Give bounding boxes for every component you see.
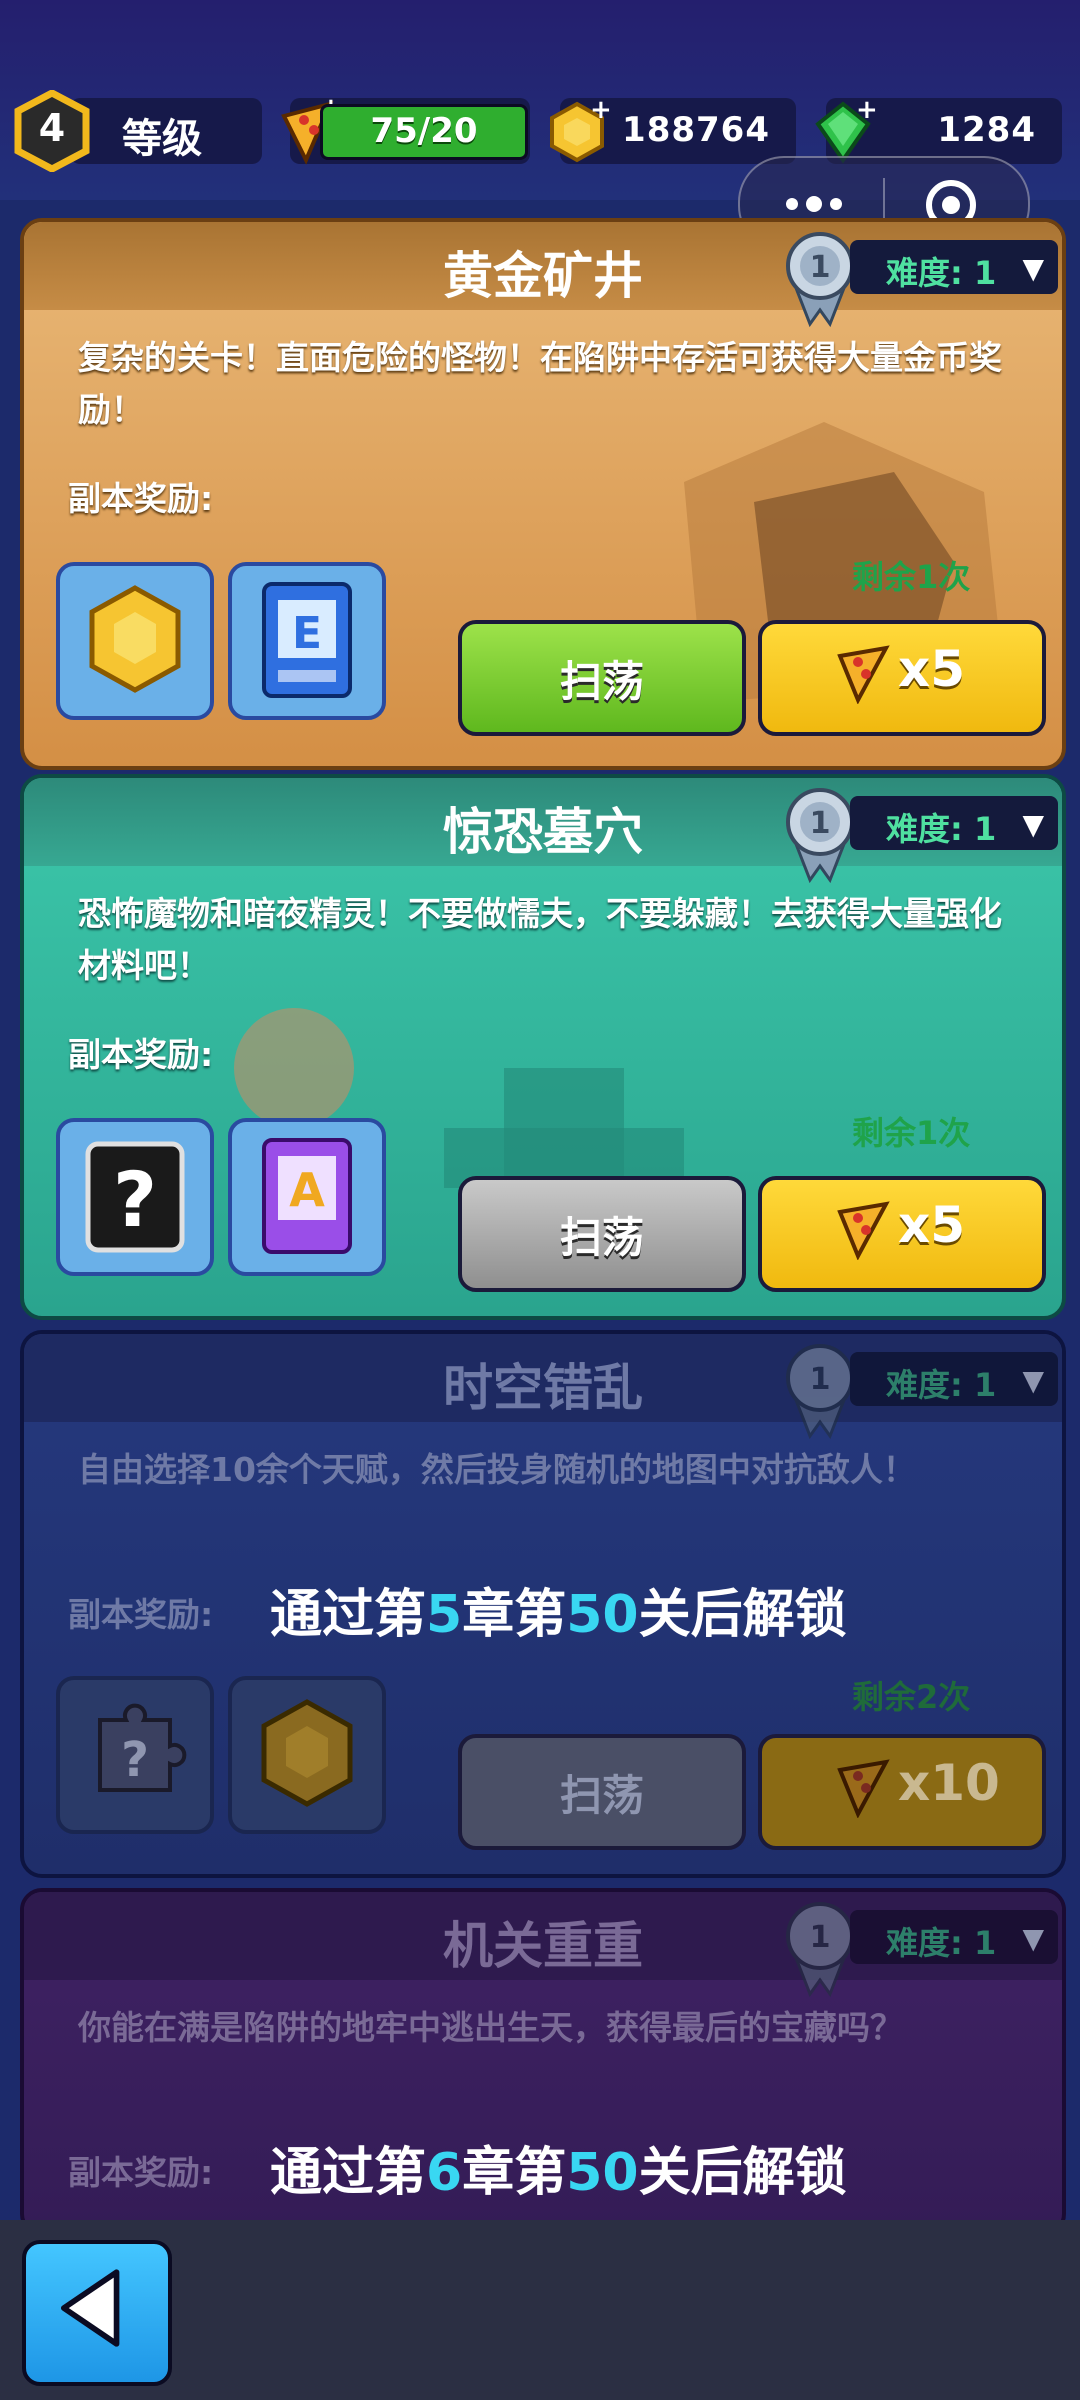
unlock-chapter: 6 <box>426 2143 463 2203</box>
unlock-requirement: 通过第5章第50关后解锁 <box>270 1572 847 1647</box>
gold-coin-icon <box>89 585 181 693</box>
cost-value: x10 <box>898 1754 1000 1812</box>
reward-label: 副本奖励: <box>68 2153 214 2192</box>
reward-mystery-item[interactable]: ? <box>56 1118 214 1276</box>
dungeon-card-traps[interactable]: 机关重重 1 难度: 1 ▼ 你能在满是陷阱的地牢中逃出生天，获得最后的宝藏吗？… <box>20 1888 1066 2236</box>
dungeon-card-crypt[interactable]: 惊恐墓穴 1 难度: 1 ▼ 恐怖魔物和暗夜精灵！不要做懦夫，不要躲藏！去获得大… <box>20 774 1066 1320</box>
reward-label: 副本奖励: <box>68 1595 214 1634</box>
dungeon-description: 恐怖魔物和暗夜精灵！不要做懦夫，不要躲藏！去获得大量强化材料吧！ <box>78 894 1002 985</box>
dungeon-description: 自由选择10余个天赋，然后投身随机的地图中对抗敌人！ <box>78 1450 916 1489</box>
svg-text:1: 1 <box>810 806 831 841</box>
difficulty-text: 难度: 1 <box>886 1366 997 1404</box>
svg-text:+: + <box>856 96 878 125</box>
reward-gold-coin[interactable] <box>228 1676 386 1834</box>
challenge-cost-button[interactable]: x5 <box>758 620 1046 736</box>
difficulty-text: 难度: 1 <box>886 810 997 848</box>
gem-value: 1284 <box>937 110 1036 150</box>
unlock-prefix: 通过第 <box>270 1585 427 1645</box>
dungeon-card-time-chaos[interactable]: 时空错乱 1 难度: 1 ▼ 自由选择10余个天赋，然后投身随机的地图中对抗敌人… <box>20 1330 1066 1878</box>
difficulty-text: 难度: 1 <box>886 254 997 292</box>
remaining-count: 剩余1次 <box>852 558 971 596</box>
svg-text:E: E <box>292 608 322 659</box>
blue-card-icon: E <box>262 582 352 698</box>
gold-coin-icon <box>261 1699 353 1807</box>
remaining-count: 剩余2次 <box>852 1678 971 1716</box>
svg-text:1: 1 <box>810 250 831 285</box>
reward-equipment-card[interactable]: E <box>228 562 386 720</box>
cost-value: x5 <box>898 640 966 698</box>
dropdown-arrow-icon: ▼ <box>1022 1922 1044 1955</box>
level-badge: 4 <box>14 89 90 173</box>
purple-card-icon: A <box>262 1138 352 1254</box>
difficulty-selector[interactable]: 难度: 1 ▼ <box>850 1910 1058 1964</box>
sweep-label: 扫荡 <box>559 1213 644 1262</box>
sweep-label: 扫荡 <box>559 657 644 706</box>
pizza-icon <box>837 1201 890 1260</box>
reward-gold-coin[interactable] <box>56 562 214 720</box>
svg-text:1: 1 <box>810 1920 831 1955</box>
difficulty-selector[interactable]: 难度: 1 ▼ <box>850 796 1058 850</box>
unlock-prefix: 通过第 <box>270 2143 427 2203</box>
unlock-middle: 章第 <box>462 1585 567 1645</box>
sweep-label: 扫荡 <box>559 1771 644 1820</box>
unlock-stage: 50 <box>566 2143 639 2203</box>
svg-text:?: ? <box>113 1155 157 1244</box>
question-mark-icon: ? <box>85 1141 185 1253</box>
difficulty-selector[interactable]: 难度: 1 ▼ <box>850 240 1058 294</box>
difficulty-text: 难度: 1 <box>886 1924 997 1962</box>
dropdown-arrow-icon: ▼ <box>1022 252 1044 285</box>
dungeon-description: 复杂的关卡！直面危险的怪物！在陷阱中存活可获得大量金币奖励！ <box>78 338 1002 429</box>
gold-coin-icon[interactable]: + <box>542 95 612 166</box>
reward-label: 副本奖励: <box>68 1035 214 1074</box>
unlock-middle: 章第 <box>462 2143 567 2203</box>
back-button[interactable] <box>22 2240 172 2386</box>
energy-value: 75/20 <box>370 111 478 151</box>
sweep-button[interactable]: 扫荡 <box>458 620 746 736</box>
unlock-suffix: 关后解锁 <box>638 1585 847 1645</box>
svg-text:A: A <box>289 1163 325 1217</box>
level-label: 等级 <box>122 116 202 162</box>
svg-text:+: + <box>590 96 612 125</box>
dungeon-description: 你能在满是陷阱的地牢中逃出生天，获得最后的宝藏吗？ <box>78 2008 903 2047</box>
gold-value: 188764 <box>622 110 770 150</box>
dropdown-arrow-icon: ▼ <box>1022 808 1044 841</box>
puzzle-icon: ? <box>98 1703 187 1792</box>
pizza-icon <box>837 645 890 704</box>
unlock-stage: 50 <box>566 1585 639 1645</box>
unlock-requirement: 通过第6章第50关后解锁 <box>270 2130 847 2205</box>
pizza-icon <box>837 1759 890 1818</box>
back-arrow-icon <box>60 2269 120 2347</box>
challenge-cost-button[interactable]: x5 <box>758 1176 1046 1292</box>
reward-puzzle-piece[interactable]: ? <box>56 1676 214 1834</box>
level-number: 4 <box>38 106 66 150</box>
dungeon-card-gold-mine[interactable]: 黄金矿井 1 难度: 1 ▼ 复杂的关卡！直面危险的怪物！在陷阱中存活可获得大量… <box>20 218 1066 770</box>
unlock-chapter: 5 <box>426 1585 463 1645</box>
difficulty-selector[interactable]: 难度: 1 ▼ <box>850 1352 1058 1406</box>
unlock-suffix: 关后解锁 <box>638 2143 847 2203</box>
svg-text:?: ? <box>121 1732 149 1788</box>
reward-label: 副本奖励: <box>68 479 214 518</box>
energy-bar[interactable]: 75/20 <box>320 104 528 160</box>
cost-value: x5 <box>898 1196 966 1254</box>
challenge-cost-button[interactable]: x10 <box>758 1734 1046 1850</box>
dropdown-arrow-icon: ▼ <box>1022 1364 1044 1397</box>
svg-text:1: 1 <box>810 1362 831 1397</box>
reward-a-card[interactable]: A <box>228 1118 386 1276</box>
remaining-count: 剩余1次 <box>852 1114 971 1152</box>
sweep-button[interactable]: 扫荡 <box>458 1734 746 1850</box>
sweep-button[interactable]: 扫荡 <box>458 1176 746 1292</box>
